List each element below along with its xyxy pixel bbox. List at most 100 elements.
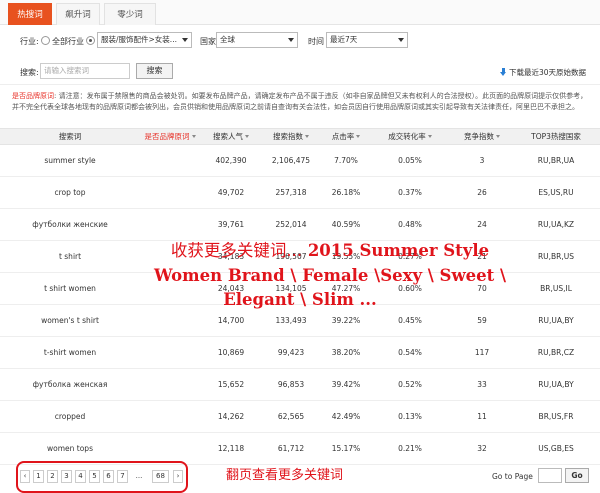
cell-search-popularity: 14,262	[217, 412, 245, 421]
cell-top3-countries: RU,BR,UA	[537, 156, 575, 165]
cell-conversion: 0.21%	[398, 444, 422, 453]
cell-ctr: 40.59%	[331, 220, 361, 229]
cell-conversion: 0.13%	[398, 412, 422, 421]
cell-search-index: 252,014	[275, 220, 307, 229]
category-radio[interactable]	[86, 36, 95, 45]
page-button-2[interactable]: 2	[47, 470, 58, 483]
cell-conversion: 0.54%	[398, 348, 422, 357]
page-button-7[interactable]: 7	[117, 470, 128, 483]
cell-search-popularity: 15,652	[217, 380, 245, 389]
col-header-top3-countries: TOP3热搜国家	[531, 132, 581, 141]
col-header-keyword: 搜索词	[58, 132, 82, 141]
cell-search-index: 62,565	[277, 412, 305, 421]
page-button-4[interactable]: 4	[75, 470, 86, 483]
cell-competition: 24	[477, 220, 487, 229]
cell-conversion: 0.05%	[398, 156, 422, 165]
tab-low-competition[interactable]: 零少词	[104, 3, 156, 25]
download-link-label: 下载最近30天原始数据	[508, 68, 586, 77]
category-select[interactable]: 服装/服饰配件>女装...	[97, 32, 192, 48]
brand-notice-title: 是否品牌原词	[12, 92, 54, 100]
col-header-competition[interactable]: 竞争指数	[452, 129, 512, 144]
cell-ctr: 15.17%	[331, 444, 361, 453]
cell-keyword[interactable]: t shirt women	[0, 273, 140, 305]
brand-notice: 是否品牌原词: 请注意：发布属于禁限售的商品会被处罚。如要发布品牌产品，请确定发…	[12, 91, 590, 113]
pagination-annotation: 翻页查看更多关键词	[226, 468, 344, 483]
cell-top3-countries: US,GB,ES	[538, 444, 574, 453]
search-button[interactable]: 搜索	[136, 63, 173, 79]
col-header-conversion-label: 成交转化率	[388, 132, 426, 141]
cell-search-popularity: 10,869	[217, 348, 245, 357]
cell-conversion: 0.37%	[398, 188, 422, 197]
country-select[interactable]: 全球	[216, 32, 298, 48]
cell-search-popularity: 12,118	[217, 444, 245, 453]
cell-search-index: 133,493	[275, 316, 307, 325]
cell-search-index: 61,712	[277, 444, 305, 453]
page-button-3[interactable]: 3	[61, 470, 72, 483]
col-header-ctr[interactable]: 点击率	[322, 129, 370, 144]
goto-page-label: Go to Page	[492, 472, 533, 481]
country-select-value: 全球	[220, 35, 235, 44]
cell-brand	[140, 305, 200, 337]
table-row: summer style 402,390 2,106,475 7.70% 0.0…	[0, 145, 600, 177]
table-header: 搜索词 是否品牌原词 搜索人气 搜索指数 点击率 成交转化率 竞争指数 TOP3…	[0, 128, 600, 145]
go-button[interactable]: Go	[565, 468, 589, 483]
col-header-search-popularity-label: 搜索人气	[213, 132, 243, 141]
cell-ctr: 26.18%	[331, 188, 361, 197]
search-label: 搜索:	[20, 68, 39, 77]
download-raw-data-link[interactable]: 下载最近30天原始数据	[499, 67, 586, 78]
annotation-line-2: Women Brand \ Female \Sexy \ Sweet \	[153, 266, 507, 285]
cell-brand	[140, 369, 200, 401]
page-button-1[interactable]: 1	[33, 470, 44, 483]
cell-top3-countries: RU,UA,BY	[538, 380, 574, 389]
all-industry-radio[interactable]	[41, 36, 50, 45]
page-ellipsis: ...	[131, 470, 147, 483]
annotation-line-1-cn: 收获更多关键词...	[170, 241, 303, 260]
cell-brand	[140, 337, 200, 369]
prev-page-button[interactable]: ‹	[20, 470, 30, 483]
page-button-6[interactable]: 6	[103, 470, 114, 483]
col-header-brand-label: 是否品牌原词	[144, 132, 190, 141]
brand-notice-text: : 请注意：发布属于禁限售的商品会被处罚。如要发布品牌产品，请确定发布产品不属于…	[12, 92, 588, 111]
col-header-conversion[interactable]: 成交转化率	[380, 129, 440, 144]
filter-bar: 行业: 全部行业 服装/服饰配件>女装... 国家 全球 时间 最近7天	[0, 25, 600, 57]
cell-search-popularity: 39,761	[217, 220, 245, 229]
cell-keyword[interactable]: summer style	[0, 145, 140, 177]
category-select-value: 服装/服饰配件>女装...	[101, 35, 177, 44]
cell-competition: 3	[479, 156, 485, 165]
cell-search-popularity: 49,702	[217, 188, 245, 197]
annotation-line-1: 收获更多关键词... 2015 Summer Style	[150, 241, 510, 260]
cell-keyword[interactable]: футболки женские	[0, 209, 140, 241]
cell-competition: 117	[474, 348, 490, 357]
cell-brand	[140, 209, 200, 241]
time-select[interactable]: 最近7天	[326, 32, 408, 48]
col-header-search-popularity[interactable]: 搜索人气	[205, 129, 257, 144]
cell-competition: 11	[477, 412, 487, 421]
tab-hot-search[interactable]: 热搜词	[8, 3, 52, 25]
cell-keyword[interactable]: футболка женская	[0, 369, 140, 401]
cell-search-index: 2,106,475	[271, 156, 311, 165]
table-row: cropped 14,262 62,565 42.49% 0.13% 11 BR…	[0, 401, 600, 433]
cell-keyword[interactable]: crop top	[0, 177, 140, 209]
sort-icon	[356, 135, 361, 138]
cell-ctr: 42.49%	[331, 412, 361, 421]
goto-page-input[interactable]	[538, 468, 562, 483]
time-select-value: 最近7天	[330, 35, 358, 44]
chevron-down-icon	[288, 38, 294, 42]
cell-keyword[interactable]: t shirt	[0, 241, 140, 273]
time-label: 时间	[308, 37, 324, 46]
next-page-button[interactable]: ›	[173, 470, 183, 483]
chevron-down-icon	[182, 38, 188, 42]
page-button-5[interactable]: 5	[89, 470, 100, 483]
col-header-search-index[interactable]: 搜索指数	[262, 129, 320, 144]
page-button-last[interactable]: 68	[152, 470, 169, 483]
search-input[interactable]: 请输入搜索词	[40, 63, 130, 79]
col-header-brand[interactable]: 是否品牌原词	[140, 129, 200, 144]
tab-rising[interactable]: 飙升词	[56, 3, 100, 25]
cell-keyword[interactable]: cropped	[0, 401, 140, 433]
cell-ctr: 39.22%	[331, 316, 361, 325]
cell-top3-countries: ES,US,RU	[538, 188, 574, 197]
cell-competition: 26	[477, 188, 487, 197]
table-row: women's t shirt 14,700 133,493 39.22% 0.…	[0, 305, 600, 337]
cell-keyword[interactable]: women's t shirt	[0, 305, 140, 337]
cell-keyword[interactable]: t-shirt women	[0, 337, 140, 369]
